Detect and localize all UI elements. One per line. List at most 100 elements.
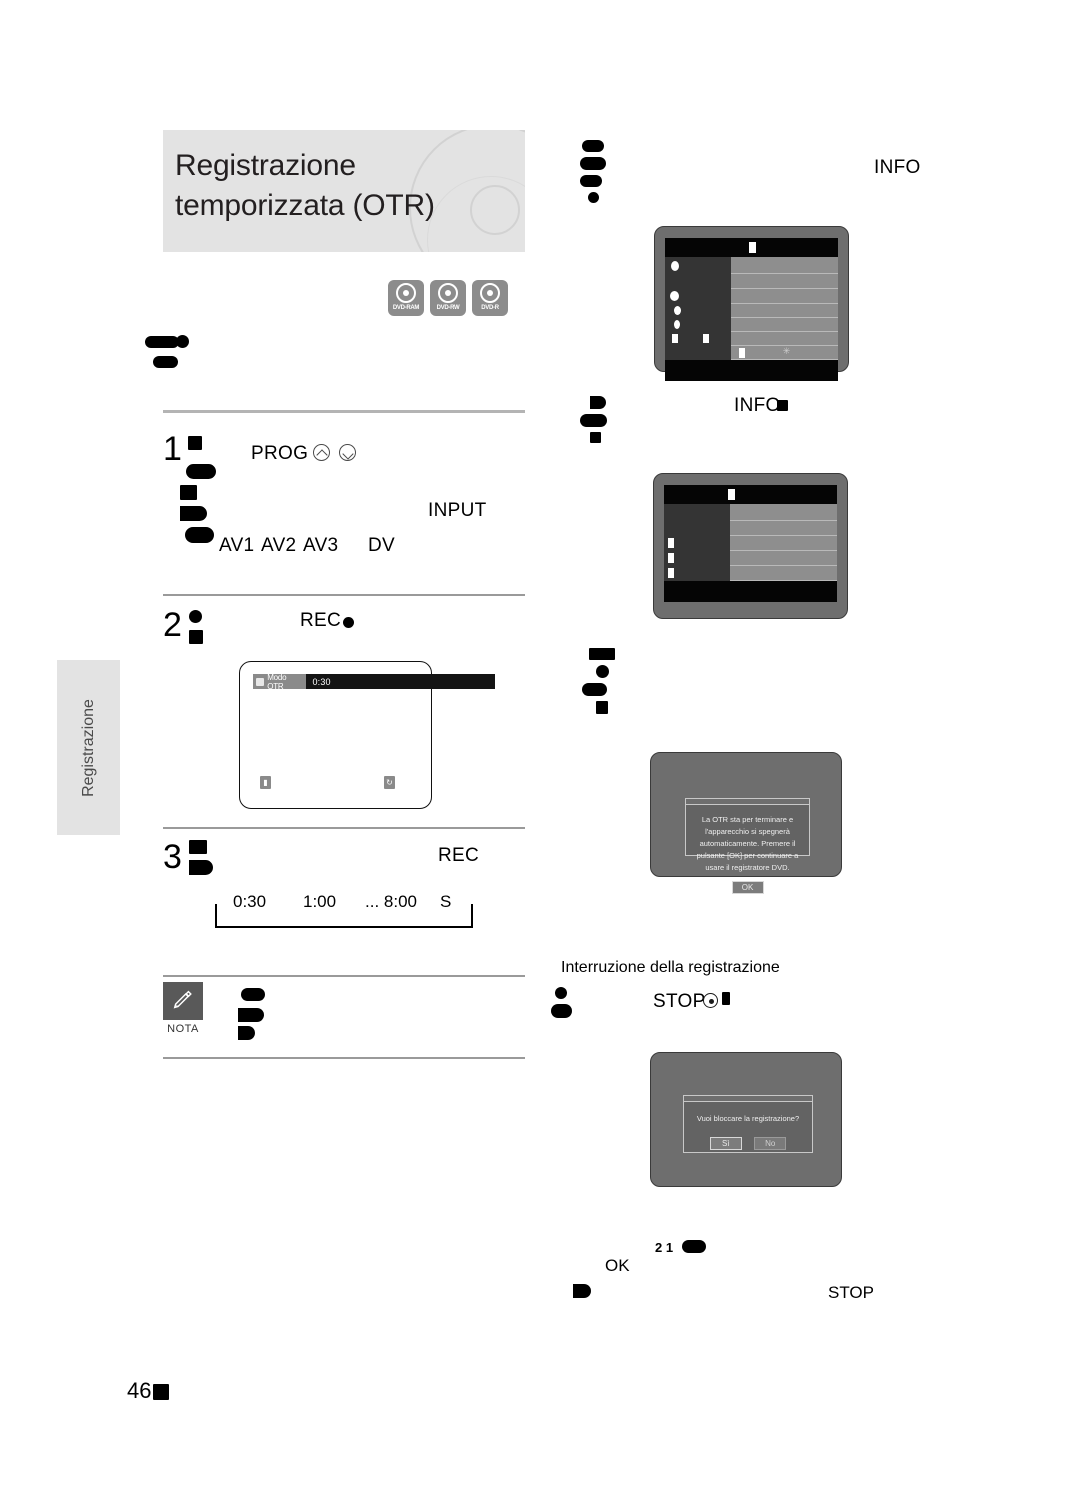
page-number: 46	[127, 1378, 170, 1404]
source-av2: AV2	[261, 535, 297, 556]
key-rec-label: REC	[438, 845, 480, 866]
menu-row-value	[729, 551, 837, 566]
otr-mode-label: Modo OTR	[253, 673, 307, 691]
redacted-text	[580, 414, 607, 427]
menu-row-value	[730, 289, 838, 304]
page-number-text: 46	[127, 1378, 152, 1403]
duration-bracket: 0:30 1:00 ... 8:00 S	[215, 892, 475, 932]
redacted-text	[180, 485, 197, 500]
menu-row[interactable]	[664, 536, 837, 551]
page-title: Registrazione temporizzata (OTR)	[175, 149, 435, 222]
redacted-text	[176, 335, 189, 349]
redacted-text	[145, 335, 179, 348]
menu-footer-bar	[664, 581, 837, 602]
menu-row[interactable]	[664, 504, 837, 521]
step-1: 1 PROG INPUT AV1 AV2 AV3 DV	[163, 432, 525, 562]
redacted-text	[738, 348, 745, 358]
badge-dvd-rw: DVD-RW	[430, 280, 466, 316]
menu-row-label	[664, 504, 730, 521]
menu-screen-1: ✳	[654, 226, 849, 381]
menu-row[interactable]	[665, 304, 838, 318]
prog-up-button-icon[interactable]	[313, 444, 330, 461]
menu-row-value	[730, 304, 838, 318]
duration-3: S	[440, 892, 452, 911]
otr-preview-screen: Modo OTR 0:30 ▮ ↻	[239, 661, 495, 809]
dialog-message: La OTR sta per terminare e l'apparecchio…	[696, 815, 799, 872]
badge-dvd-ram: DVD-RAM	[388, 280, 424, 316]
redacted-text	[238, 1026, 255, 1041]
redacted-text	[551, 1004, 572, 1018]
menu-row-value	[729, 504, 837, 521]
redacted-text	[668, 538, 674, 548]
badge-label: DVD-RW	[436, 305, 460, 311]
side-tab-label: Registrazione	[79, 698, 97, 797]
redacted-text	[580, 175, 602, 187]
footer-stop-label: STOP	[828, 1283, 874, 1302]
disc-compatibility-badges: DVD-RAM DVD-RW DVD-R	[388, 280, 508, 316]
menu-title-bar	[664, 485, 837, 504]
menu-row-label	[665, 332, 731, 346]
menu-row-label	[665, 274, 731, 289]
redacted-text	[670, 291, 679, 301]
badge-label: DVD-R	[481, 305, 499, 311]
redacted-text	[186, 464, 216, 479]
key-prog-label: PROG	[251, 443, 309, 464]
duration-2: ... 8:00	[365, 892, 417, 911]
dialog-ok-button[interactable]: OK	[731, 881, 764, 894]
menu-row[interactable]: ✳	[665, 346, 838, 360]
key-info-label: INFO	[874, 157, 921, 178]
menu-row-label	[665, 346, 731, 360]
menu-row[interactable]	[664, 521, 837, 536]
disc-ring-icon	[480, 283, 500, 303]
otr-time-value: 0:30	[306, 674, 337, 689]
dialog-yes-button[interactable]: Sì	[709, 1137, 742, 1150]
bracket-left	[215, 904, 217, 928]
redacted-text	[153, 355, 178, 368]
bracket-right	[471, 904, 473, 928]
menu-row[interactable]	[665, 289, 838, 304]
menu-row[interactable]	[665, 257, 838, 274]
divider	[163, 594, 525, 596]
prog-down-button-icon[interactable]	[339, 444, 356, 461]
right-redaction-2	[580, 396, 607, 443]
menu-row[interactable]	[664, 566, 837, 581]
dialog-no-button[interactable]: No	[754, 1137, 787, 1150]
menu-screen-2	[653, 473, 848, 619]
menu-row-label	[665, 304, 731, 318]
menu-row[interactable]	[665, 318, 838, 332]
redacted-text	[180, 506, 207, 521]
step-number: 1	[163, 430, 182, 468]
step-3: 3 REC 0:30 1:00 ... 8:00 S	[163, 840, 525, 950]
key-input-label: INPUT	[428, 500, 487, 521]
redacted-text	[580, 157, 606, 170]
stop-button-icon[interactable]	[703, 993, 718, 1008]
disc-ring-icon	[438, 283, 458, 303]
redacted-text	[189, 840, 207, 854]
menu-row-label	[664, 521, 730, 536]
redacted-text	[777, 400, 788, 411]
badge-label: DVD-RAM	[392, 305, 420, 311]
step-number: 3	[163, 838, 182, 876]
menu-row[interactable]	[664, 551, 837, 566]
redacted-text	[188, 436, 202, 450]
dialog-message: Vuoi bloccare la registrazione?	[696, 1114, 800, 1123]
menu-row-label	[664, 536, 730, 551]
key-stop-label: STOP	[653, 991, 706, 1012]
redacted-text	[582, 140, 604, 152]
redacted-text	[596, 701, 608, 714]
menu-row[interactable]	[665, 274, 838, 289]
redacted-text	[671, 261, 679, 271]
menu-row[interactable]	[665, 332, 838, 346]
source-dv: DV	[368, 535, 395, 556]
menu-row-value	[729, 521, 837, 536]
menu-row-value	[730, 274, 838, 289]
redacted-text	[674, 320, 680, 329]
disc-status-icon: ▮	[260, 776, 271, 789]
repeat-status-icon: ↻	[384, 776, 395, 789]
redacted-text	[555, 987, 567, 999]
redacted-text	[589, 648, 615, 660]
manual-page: Registrazione temporizzata (OTR) DVD-RAM…	[0, 0, 1080, 1489]
menu-row-value	[729, 536, 837, 551]
redacted-text	[722, 992, 730, 1005]
menu-row-label	[665, 257, 731, 274]
